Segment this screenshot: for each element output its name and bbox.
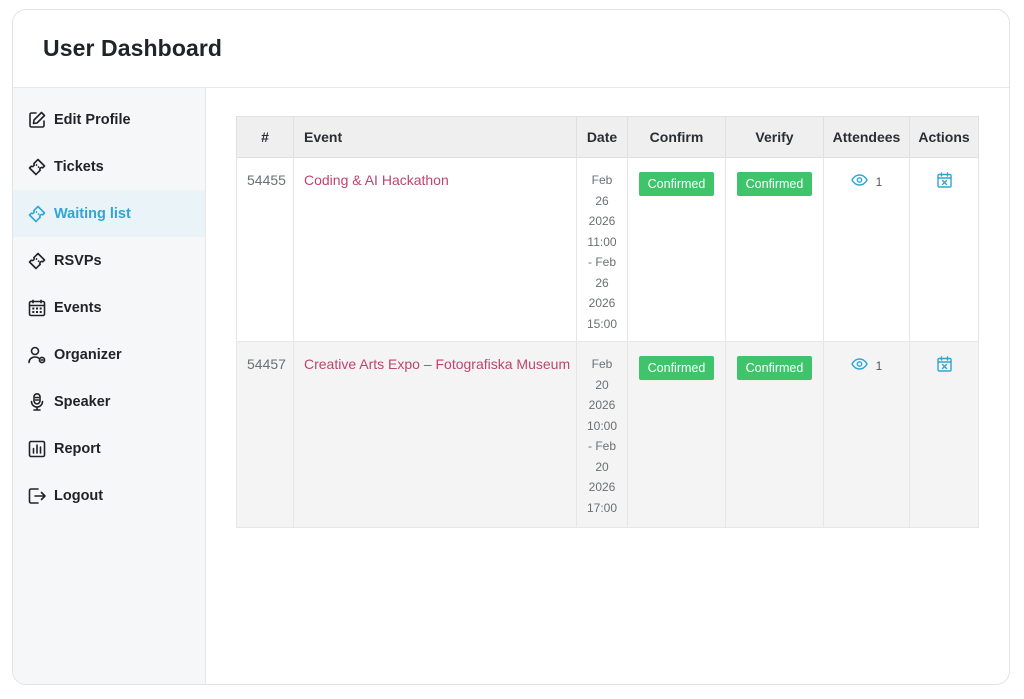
waiting-list-table: # Event Date Confirm Verify Attendees Ac… [236, 116, 979, 528]
verify-status-badge: Confirmed [736, 356, 813, 380]
sidebar-item-label: Tickets [54, 158, 104, 175]
sidebar-item-events[interactable]: Events [13, 284, 205, 331]
ticket-icon [27, 251, 47, 271]
calendar-remove-icon[interactable] [936, 172, 952, 191]
sidebar-item-speaker[interactable]: Speaker [13, 378, 205, 425]
sidebar-item-label: RSVPs [54, 252, 102, 269]
edit-icon [27, 110, 47, 130]
calendar-remove-icon[interactable] [936, 356, 952, 375]
column-header-event: Event [293, 116, 577, 158]
sidebar-item-organizer[interactable]: Organizer [13, 331, 205, 378]
sidebar-item-report[interactable]: Report [13, 425, 205, 472]
sidebar-item-waiting-list[interactable]: Waiting list [13, 190, 205, 237]
event-id: 54455 [236, 157, 294, 342]
column-header-attendees: Attendees [823, 116, 910, 158]
eye-icon [850, 174, 868, 189]
sidebar-item-label: Organizer [54, 346, 122, 363]
confirm-status-badge: Confirmed [638, 356, 715, 380]
sidebar-item-label: Edit Profile [54, 111, 131, 128]
column-header-id: # [236, 116, 294, 158]
ticket-icon [27, 157, 47, 177]
sidebar-item-tickets[interactable]: Tickets [13, 143, 205, 190]
main-content: # Event Date Confirm Verify Attendees Ac… [206, 88, 1009, 684]
column-header-verify: Verify [725, 116, 824, 158]
confirm-status-badge: Confirmed [638, 172, 715, 196]
sidebar-item-label: Waiting list [54, 205, 131, 222]
event-date: Feb 26 2026 11:00 - Feb 26 2026 15:00 [576, 157, 628, 342]
view-attendees-button[interactable]: 1 [850, 172, 883, 189]
report-icon [27, 439, 47, 459]
sidebar-item-logout[interactable]: Logout [13, 472, 205, 519]
sidebar-item-label: Speaker [54, 393, 111, 410]
event-link[interactable]: Coding & AI Hackathon [304, 172, 449, 188]
view-attendees-button[interactable]: 1 [850, 356, 883, 373]
verify-status-badge: Confirmed [736, 172, 813, 196]
table-row: 54457 Creative Arts Expo – Fotografiska … [236, 341, 979, 528]
event-date: Feb 20 2026 10:00 - Feb 20 2026 17:00 [576, 341, 628, 528]
table-header-row: # Event Date Confirm Verify Attendees Ac… [236, 116, 979, 158]
organizer-icon [27, 345, 47, 365]
sidebar-item-label: Logout [54, 487, 104, 504]
attendee-count: 1 [875, 174, 883, 189]
dashboard-body: Edit Profile Tickets Waiting list RSVPs [13, 88, 1009, 684]
column-header-actions: Actions [909, 116, 979, 158]
sidebar-item-label: Events [54, 299, 102, 316]
calendar-icon [27, 298, 47, 318]
dashboard-header: User Dashboard [13, 10, 1009, 88]
dashboard-card: User Dashboard Edit Profile Tickets Wait [12, 9, 1010, 685]
sidebar-item-edit-profile[interactable]: Edit Profile [13, 96, 205, 143]
ticket-icon [27, 204, 47, 224]
eye-icon [850, 358, 868, 373]
table-row: 54455 Coding & AI Hackathon Feb 26 2026 … [236, 157, 979, 342]
column-header-confirm: Confirm [627, 116, 726, 158]
event-id: 54457 [236, 341, 294, 528]
event-link[interactable]: Creative Arts Expo – Fotografiska Museum [304, 356, 570, 372]
logout-icon [27, 486, 47, 506]
attendee-count: 1 [875, 358, 883, 373]
page-title: User Dashboard [43, 35, 223, 61]
sidebar-item-rsvps[interactable]: RSVPs [13, 237, 205, 284]
column-header-date: Date [576, 116, 628, 158]
sidebar-item-label: Report [54, 440, 101, 457]
microphone-icon [27, 392, 47, 412]
sidebar: Edit Profile Tickets Waiting list RSVPs [13, 88, 206, 684]
